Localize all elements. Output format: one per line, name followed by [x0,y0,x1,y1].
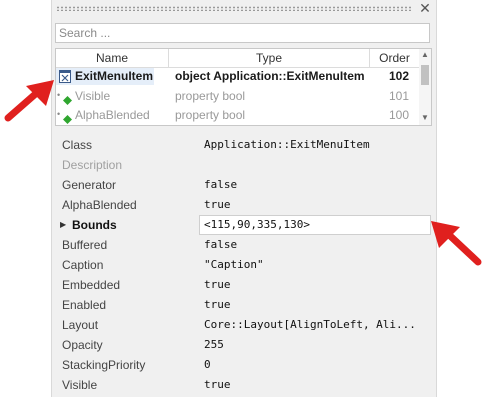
property-value: Application::ExitMenuItem [204,138,370,151]
tree-row-type: property bool [175,89,246,103]
property-row[interactable]: Layout Core::Layout[AlignToLeft, Ali... [52,315,436,335]
property-value[interactable]: "Caption" [204,255,264,275]
annotation-arrow-icon [4,80,54,122]
property-value[interactable]: 0 [204,355,211,375]
property-value[interactable]: Core::Layout[AlignToLeft, Ali... [204,315,416,335]
tree-row-name: Visible [75,89,111,103]
tree-row-order: 102 [389,69,410,83]
property-row[interactable]: Description [52,155,436,175]
property-row[interactable]: Class Application::ExitMenuItem [52,135,436,155]
property-name: AlphaBlended [62,198,137,212]
property-name: Description [62,158,123,172]
property-name: StackingPriority [62,358,146,372]
drag-grip[interactable] [56,6,411,11]
property-row[interactable]: Buffered false [52,235,436,255]
property-row[interactable]: StackingPriority 0 [52,355,436,375]
panel-titlebar[interactable]: ✕ [52,0,436,18]
tree-row-type: property bool [175,108,246,122]
inspector-panel: ✕ Name Type Order ExitMenuItem object Ap… [51,0,437,397]
column-header-type[interactable]: Type [169,49,370,67]
property-value[interactable]: true [204,195,231,215]
property-name: Visible [62,378,98,392]
property-name: Buffered [62,238,108,252]
property-row[interactable]: Caption "Caption" [52,255,436,275]
property-row[interactable]: Generator false [52,175,436,195]
property-name: Embedded [62,278,121,292]
property-name: Enabled [62,298,107,312]
scroll-down-icon[interactable]: ▼ [419,112,431,124]
property-value[interactable]: false [204,235,237,255]
tree-row[interactable]: ExitMenuItem object Application::ExitMen… [56,67,419,86]
property-value[interactable]: true [204,375,231,395]
property-value[interactable]: 255 [204,335,224,355]
members-tree: Name Type Order ExitMenuItem object Appl… [55,48,432,126]
close-icon[interactable]: ✕ [417,0,433,18]
property-row[interactable]: Enabled true [52,295,436,315]
search-field[interactable] [55,23,430,43]
tree-row-name: AlphaBlended [75,108,150,122]
scroll-thumb[interactable] [421,65,429,85]
tree-row-order: 101 [389,89,410,103]
column-header-order[interactable]: Order [370,49,419,67]
property-value[interactable]: false [204,175,237,195]
tree-row-order: 100 [389,108,410,122]
property-value[interactable]: true [204,275,231,295]
tree-row[interactable]: • AlphaBlended property bool 100 [56,106,419,125]
property-name: Caption [62,258,104,272]
search-input[interactable] [56,24,429,42]
property-value[interactable]: <115,90,335,130> [204,215,310,235]
property-value[interactable]: true [204,295,231,315]
annotation-arrow-icon [431,221,482,266]
property-diamond-icon [63,111,72,130]
property-row[interactable]: Visible true [52,375,436,395]
tree-row[interactable]: • Visible property bool 101 [56,87,419,106]
property-row[interactable]: AlphaBlended true [52,195,436,215]
property-name: Class [62,138,93,152]
object-icon [59,70,71,83]
tree-header: Name Type Order [56,49,419,68]
tree-row-type: object Application::ExitMenuItem [175,69,365,83]
tree-scrollbar[interactable]: ▲ ▼ [419,49,431,125]
column-header-name[interactable]: Name [56,49,169,67]
property-name: Opacity [62,338,103,352]
property-name: Layout [62,318,99,332]
property-row[interactable]: Opacity 255 [52,335,436,355]
property-name: Generator [62,178,117,192]
scroll-up-icon[interactable]: ▲ [419,49,431,61]
tree-row-name: ExitMenuItem [75,69,154,83]
property-row[interactable]: Embedded true [52,275,436,295]
property-row-selected[interactable]: ▶ Bounds <115,90,335,130> [52,215,436,235]
expand-triangle-icon[interactable]: ▶ [60,215,66,235]
property-name: Bounds [72,218,117,232]
